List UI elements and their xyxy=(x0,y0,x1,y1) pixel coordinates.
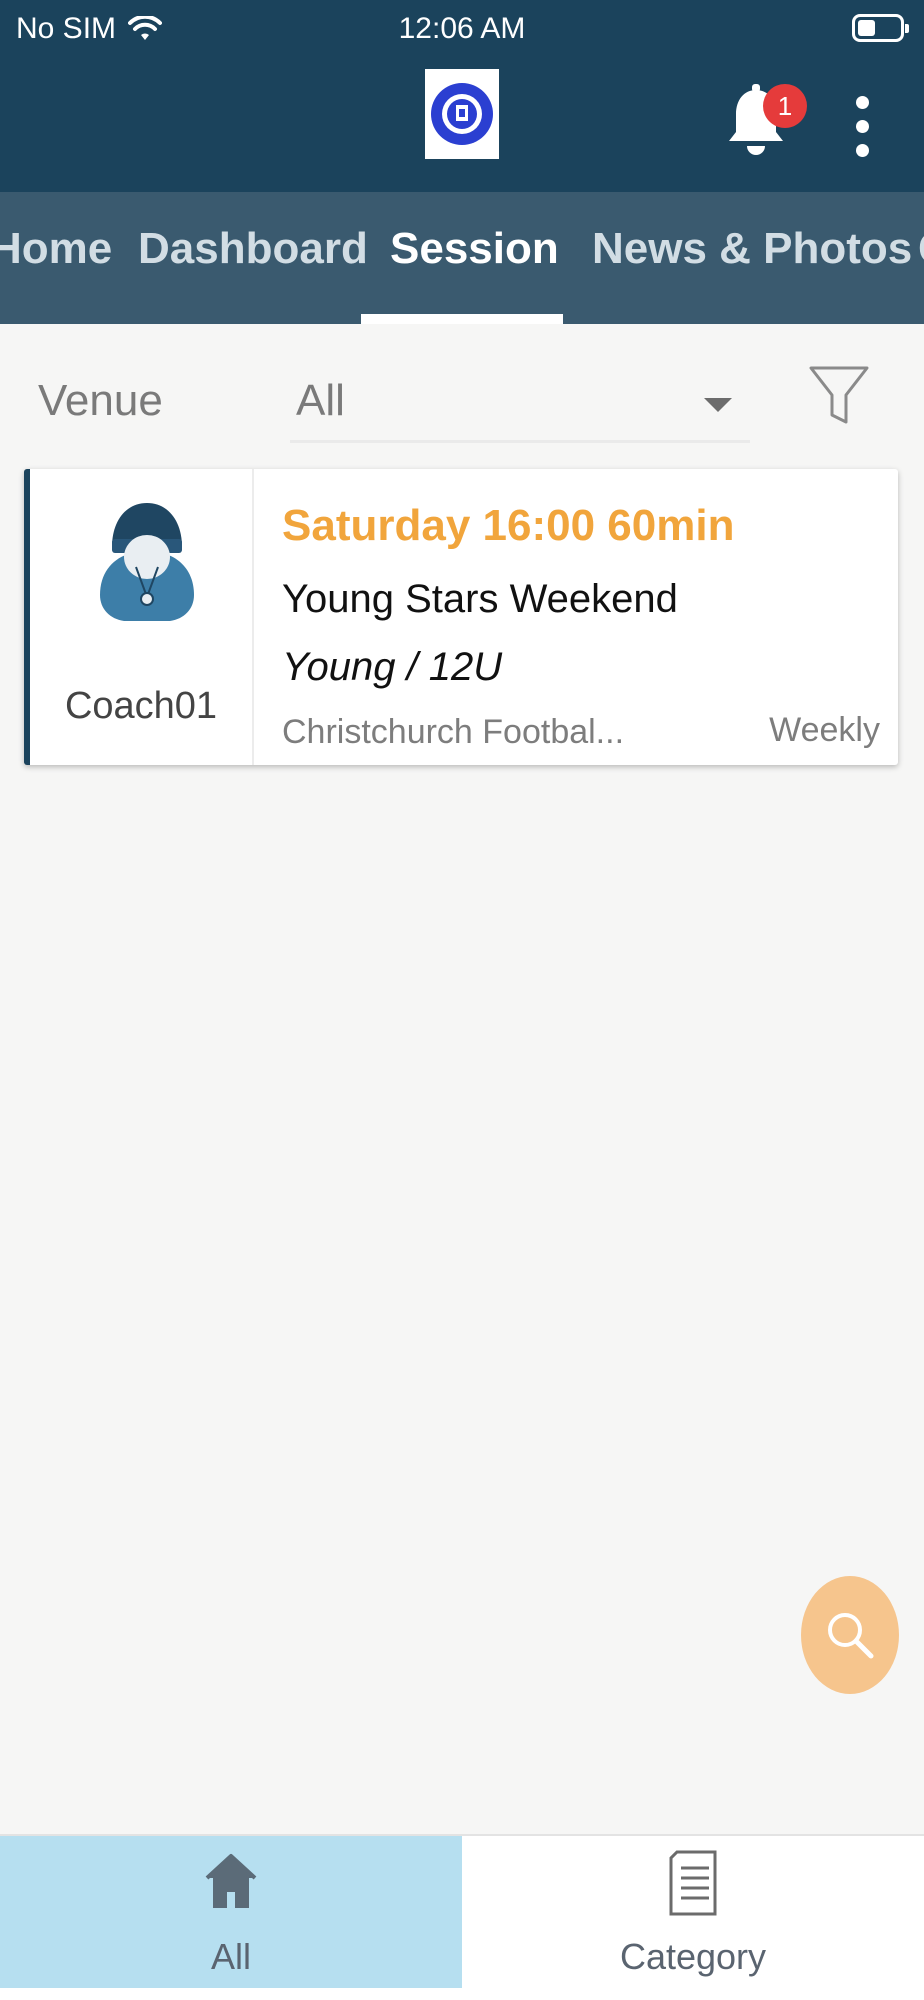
coach-avatar-icon xyxy=(100,503,194,621)
venue-label: Venue xyxy=(38,376,163,425)
tab-overflow[interactable]: C xyxy=(918,192,924,324)
document-icon xyxy=(669,1850,717,1916)
venue-dropdown[interactable]: All xyxy=(290,364,750,443)
coach-name: Coach01 xyxy=(64,685,218,727)
active-tab-indicator xyxy=(361,314,563,324)
filter-icon[interactable] xyxy=(808,364,870,428)
venue-selected-value: All xyxy=(296,376,345,425)
session-frequency: Weekly xyxy=(769,711,880,749)
chevron-down-icon xyxy=(704,398,732,412)
notification-badge: 1 xyxy=(763,84,807,128)
tab-dashboard[interactable]: Dashboard xyxy=(138,192,368,324)
session-card[interactable]: Coach01 Saturday 16:00 60min Young Stars… xyxy=(24,469,898,765)
filter-row: Venue All xyxy=(0,324,924,464)
tab-session[interactable]: Session xyxy=(390,192,559,324)
bottom-nav-category[interactable]: Category xyxy=(462,1836,924,1990)
tab-home[interactable]: Home xyxy=(0,192,112,324)
nav-all-label: All xyxy=(210,1936,251,1977)
session-name: Young Stars Weekend xyxy=(282,577,678,621)
search-icon xyxy=(828,1613,874,1659)
search-fab-button[interactable] xyxy=(801,1576,899,1694)
bottom-nav: All Category xyxy=(0,1834,924,1990)
session-details: Saturday 16:00 60min Young Stars Weekend… xyxy=(282,469,880,765)
app-header: No SIM 12:06 AM 1 xyxy=(0,0,924,192)
nav-category-label: Category xyxy=(619,1936,767,1977)
session-group: Young / 12U xyxy=(282,645,503,689)
home-indicator xyxy=(0,1988,924,2000)
status-time: 12:06 AM xyxy=(398,12,526,45)
battery-icon xyxy=(852,14,909,42)
coach-panel: Coach01 xyxy=(30,469,254,765)
session-venue: Christchurch Footbal... xyxy=(282,713,625,751)
club-logo[interactable] xyxy=(425,69,499,159)
tab-bar: Home Dashboard Session News & Photos C xyxy=(0,192,924,324)
home-icon xyxy=(205,1854,257,1908)
more-menu-icon[interactable] xyxy=(852,96,872,158)
tab-news-photos[interactable]: News & Photos xyxy=(592,192,912,324)
session-time: Saturday 16:00 60min xyxy=(282,501,735,550)
club-crest-icon xyxy=(431,83,493,145)
bottom-nav-all[interactable]: All xyxy=(0,1836,462,1990)
